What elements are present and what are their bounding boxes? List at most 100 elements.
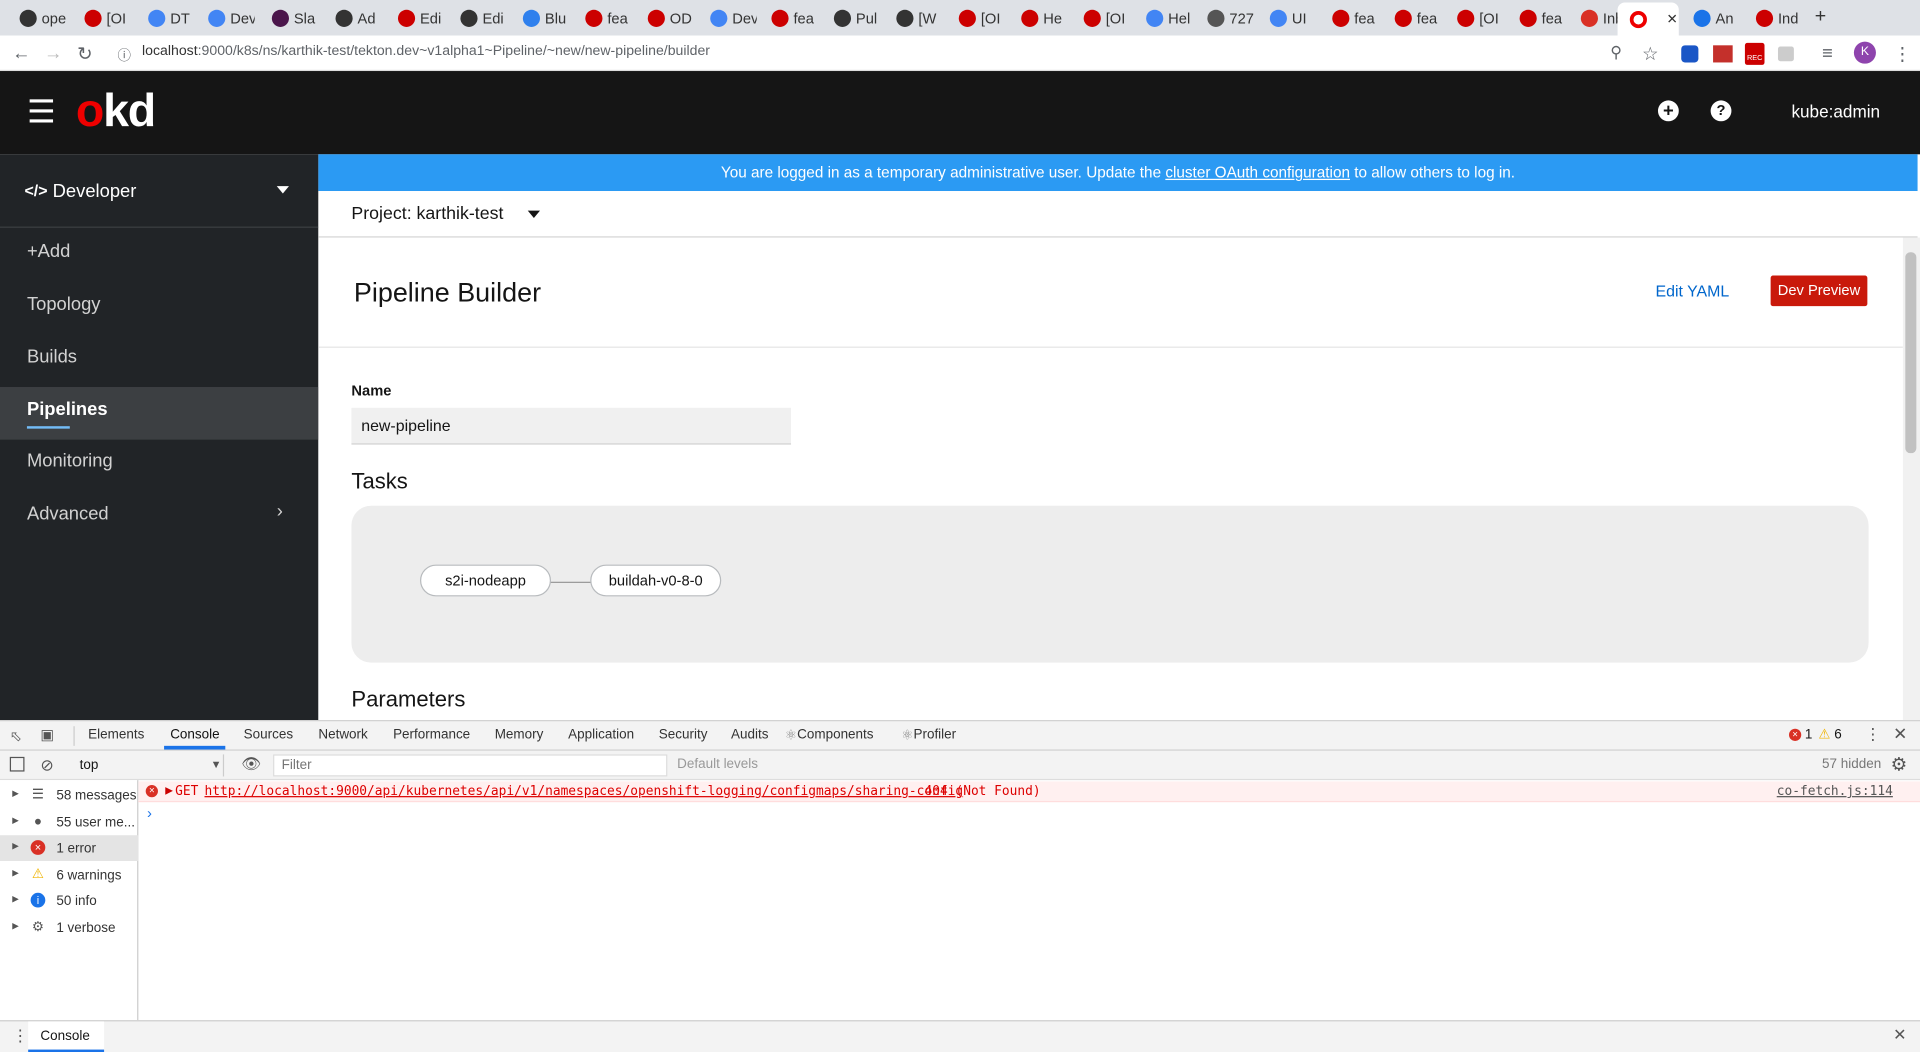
okd-logo[interactable]: okd (76, 86, 156, 139)
console-filter-item[interactable]: ▶ i 50 info (0, 888, 138, 914)
context-selector[interactable]: top ▼ (72, 754, 225, 777)
browser-tab[interactable]: Pul (822, 5, 881, 32)
inspect-element-icon[interactable]: ⬁ (10, 727, 22, 744)
close-drawer-icon[interactable]: ✕ (1893, 1025, 1906, 1045)
forward-icon[interactable]: → (44, 43, 62, 64)
console-error-message[interactable]: × ▶ GET http://localhost:9000/api/kubern… (138, 781, 1920, 803)
browser-tab[interactable]: [OI (1071, 5, 1130, 32)
task-graph-canvas[interactable]: s2i-nodeapp buildah-v0-8-0 (351, 505, 1869, 663)
browser-tab[interactable]: ✕ (1617, 2, 1679, 36)
devtools-tab-performance[interactable]: Performance (393, 727, 470, 742)
scrollbar-thumb[interactable] (1905, 252, 1917, 454)
browser-tab[interactable]: Edi (448, 5, 507, 32)
browser-tab[interactable]: ope (7, 5, 66, 32)
close-devtools-icon[interactable]: ✕ (1893, 724, 1907, 745)
devtools-tab-security[interactable]: Security (659, 727, 708, 742)
task-node[interactable]: s2i-nodeapp (420, 564, 552, 597)
profile-avatar[interactable]: K (1853, 41, 1876, 64)
back-icon[interactable]: ← (12, 43, 30, 64)
browser-tab[interactable]: [OI (947, 5, 1006, 32)
devtools-tab-network[interactable]: Network (318, 727, 367, 742)
error-count[interactable]: 1 (1805, 727, 1813, 742)
console-filter-item[interactable]: ▶ ● 55 user me... (0, 809, 138, 835)
browser-tab[interactable]: An (1681, 5, 1740, 32)
reload-icon[interactable]: ↻ (77, 43, 92, 65)
console-filter-item[interactable]: ▶ × 1 error (0, 835, 139, 862)
console-filter-item[interactable]: ▶ ☰ 58 messages (0, 783, 138, 809)
address-bar[interactable]: localhost:9000/k8s/ns/karthik-test/tekto… (142, 44, 710, 59)
project-dropdown[interactable]: Project: karthik-test (351, 205, 503, 225)
devtools-tab-console[interactable]: Console (170, 727, 219, 742)
sidebar-item-pipelines[interactable]: Pipelines (27, 399, 108, 420)
devtools-menu-icon[interactable]: ⋮ (1865, 725, 1881, 745)
zoom-icon[interactable]: ⚲ (1610, 43, 1622, 63)
browser-tab[interactable]: 727 (1195, 5, 1254, 32)
devtools-tab-profiler[interactable]: Profiler (913, 727, 956, 742)
console-prompt-icon[interactable]: › (147, 805, 152, 822)
sidebar-toggle-icon[interactable] (9, 756, 25, 772)
perspective-switcher[interactable]: </> Developer (0, 154, 319, 228)
page-scrollbar[interactable] (1902, 237, 1920, 721)
sidebar-item-advanced[interactable]: Advanced (27, 503, 109, 524)
devtools-tab-components[interactable]: Components (797, 727, 873, 742)
browser-tab[interactable]: Dev (698, 5, 757, 32)
info-icon[interactable]: ⓘ (118, 45, 131, 65)
extension-icon[interactable] (1681, 45, 1699, 63)
drawer-menu-icon[interactable]: ⋮ (12, 1026, 28, 1046)
devtools-tab-audits[interactable]: Audits (731, 727, 768, 742)
quick-create-icon[interactable]: + (1657, 100, 1679, 122)
browser-tab[interactable]: Sla (260, 5, 319, 32)
browser-tab[interactable]: Ind (1744, 5, 1803, 32)
browser-tab[interactable]: fea (573, 5, 632, 32)
console-settings-gear-icon[interactable]: ⚙ (1891, 753, 1907, 775)
task-node[interactable]: buildah-v0-8-0 (590, 564, 722, 597)
browser-tab[interactable]: [W (884, 5, 943, 32)
sidebar-item-builds[interactable]: Builds (27, 347, 77, 368)
new-tab-icon[interactable]: + (1815, 6, 1826, 28)
device-toolbar-icon[interactable]: ▣ (40, 726, 54, 743)
bookmark-star-icon[interactable]: ☆ (1642, 43, 1658, 65)
browser-tab[interactable]: fea (1320, 5, 1379, 32)
close-tab-icon[interactable]: ✕ (1667, 11, 1678, 27)
console-filter-item[interactable]: ▶ ⚠ 6 warnings (0, 862, 138, 888)
console-filter-item[interactable]: ▶ ⚙ 1 verbose (0, 915, 138, 941)
console-filter-input[interactable] (273, 754, 668, 777)
sidebar-item-monitoring[interactable]: Monitoring (27, 451, 113, 472)
browser-tab[interactable]: fea (1507, 5, 1566, 32)
devtools-tab-elements[interactable]: Elements (88, 727, 144, 742)
clear-console-icon[interactable]: ⊘ (40, 756, 53, 776)
extension-icon[interactable] (1713, 45, 1733, 63)
sidebar-item-add[interactable]: +Add (27, 241, 70, 262)
browser-tab[interactable]: Blu (511, 5, 570, 32)
browser-menu-icon[interactable]: ⋮ (1893, 43, 1911, 65)
browser-tab[interactable]: Edi (386, 5, 445, 32)
devtools-tab-sources[interactable]: Sources (244, 727, 293, 742)
live-expression-eye-icon[interactable]: 👁 (241, 754, 261, 774)
request-url-link[interactable]: http://localhost:9000/api/kubernetes/api… (204, 784, 963, 799)
help-icon[interactable]: ? (1710, 100, 1732, 122)
expand-triangle-icon[interactable]: ▶ (165, 785, 173, 796)
browser-tab[interactable]: Ad (323, 5, 382, 32)
hamburger-menu-icon[interactable]: ☰ (27, 96, 56, 128)
browser-tab[interactable]: Hel (1134, 5, 1193, 32)
reading-list-icon[interactable]: ≡ (1822, 43, 1833, 64)
browser-tab[interactable]: UI (1258, 5, 1317, 32)
browser-tab[interactable]: DT (136, 5, 195, 32)
edit-yaml-link[interactable]: Edit YAML (1656, 282, 1730, 300)
user-menu[interactable]: kube:admin (1791, 102, 1880, 122)
browser-tab[interactable]: [OI (1445, 5, 1504, 32)
browser-tab[interactable]: He (1009, 5, 1068, 32)
browser-tab[interactable]: fea (1382, 5, 1441, 32)
source-link[interactable]: co-fetch.js:114 (1777, 784, 1893, 799)
browser-tab[interactable]: fea (759, 5, 818, 32)
sidebar-item-topology[interactable]: Topology (27, 294, 101, 315)
extension-icon[interactable] (1777, 46, 1794, 62)
warning-count[interactable]: 6 (1834, 727, 1842, 742)
browser-tab[interactable]: Dev (196, 5, 255, 32)
oauth-config-link[interactable]: cluster OAuth configuration (1165, 164, 1350, 181)
log-levels-dropdown[interactable]: Default levels (677, 757, 758, 772)
browser-tab[interactable]: [OI (72, 5, 131, 32)
pipeline-name-input[interactable] (351, 407, 792, 445)
devtools-tab-memory[interactable]: Memory (495, 727, 544, 742)
drawer-tab-console[interactable]: Console (28, 1021, 105, 1052)
